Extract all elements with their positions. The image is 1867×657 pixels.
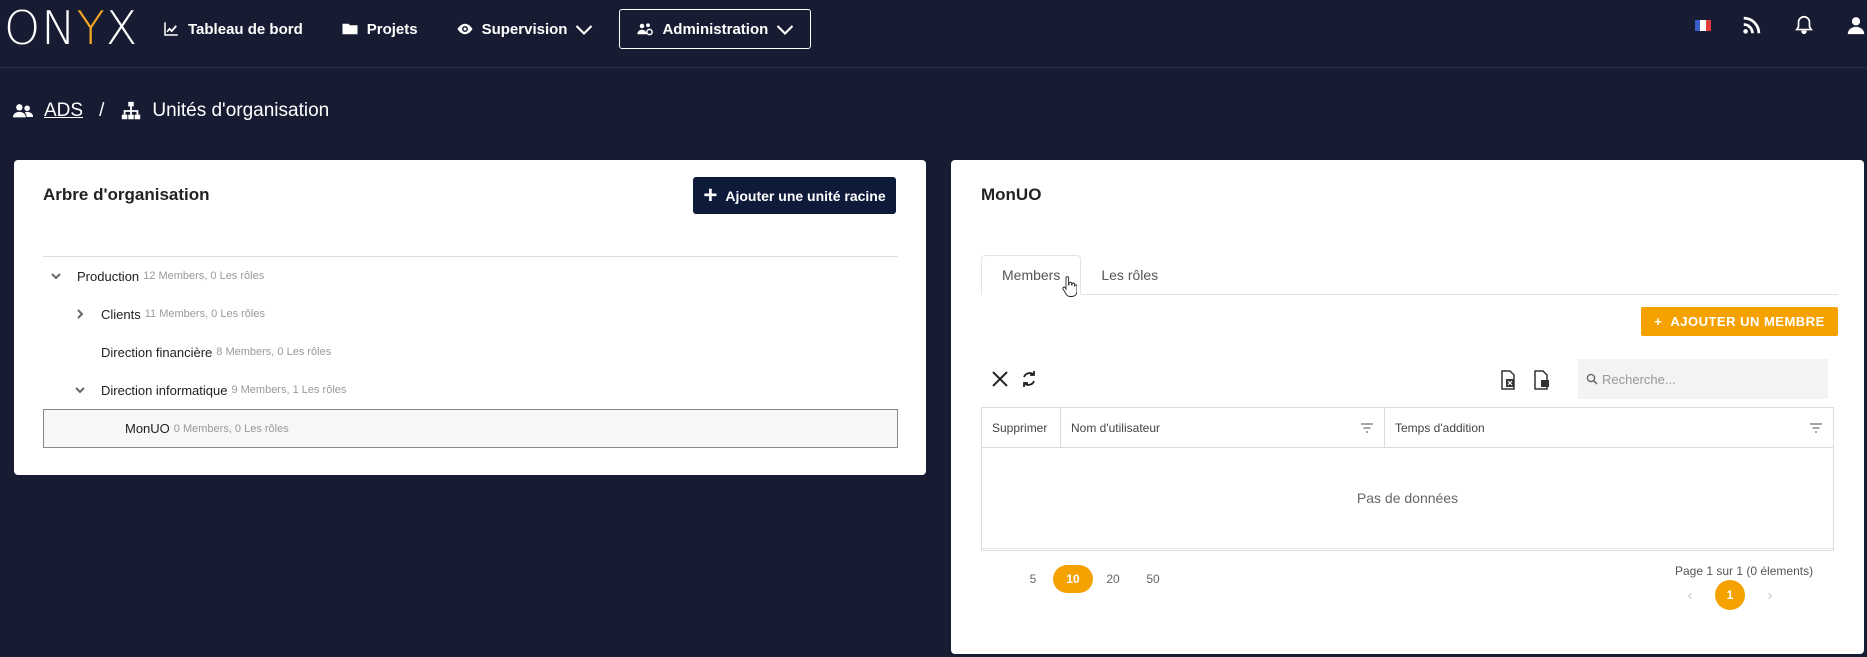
card-title: Arbre d'organisation	[43, 185, 210, 204]
column-header-supprimer[interactable]: Supprimer	[982, 408, 1061, 447]
tree-node-meta: 8 Members, 0 Les rôles	[216, 346, 332, 358]
page-info: Page 1 sur 1 (0 élements)	[1675, 564, 1814, 578]
tree-node-label: Direction informatique	[101, 382, 228, 398]
tree-node-production[interactable]: Production 12 Members, 0 Les rôles	[43, 257, 898, 295]
nav-label: Supervision	[481, 20, 568, 38]
user-icon[interactable]	[1845, 14, 1867, 36]
top-right-icons	[1695, 14, 1867, 36]
language-flag-icon[interactable]	[1695, 19, 1711, 31]
chart-line-icon	[164, 22, 178, 36]
nav-projets[interactable]: Projets	[329, 9, 430, 49]
column-header-temps-addition[interactable]: Temps d'addition	[1385, 408, 1833, 447]
organization-tree-card: Arbre d'organisation + Ajouter une unité…	[14, 160, 926, 475]
members-grid: Supprimer Nom d'utilisateur Temps d'addi…	[981, 407, 1834, 551]
column-label: Supprimer	[992, 420, 1048, 435]
breadcrumb-current: Unités d'organisation	[152, 100, 330, 121]
plus-icon: +	[703, 181, 718, 209]
tree-node-meta: 11 Members, 0 Les rôles	[144, 308, 265, 320]
column-label: Nom d'utilisateur	[1071, 420, 1160, 435]
page-size-50[interactable]: 50	[1133, 565, 1173, 593]
export-pdf-icon[interactable]	[1530, 369, 1552, 391]
nav-label: Tableau de bord	[188, 20, 303, 38]
tree-node-label: Production	[77, 268, 140, 284]
search-box[interactable]	[1578, 359, 1828, 399]
breadcrumb: ADS / Unités d'organisation	[12, 100, 329, 122]
add-root-unit-button[interactable]: + Ajouter une unité racine	[693, 177, 896, 214]
card-title: MonUO	[981, 185, 1042, 204]
tree-node-meta: 12 Members, 0 Les rôles	[143, 270, 265, 282]
page-size-5[interactable]: 5	[1013, 565, 1053, 593]
column-label: Temps d'addition	[1395, 420, 1485, 435]
bell-icon[interactable]	[1793, 14, 1815, 36]
pager: ‹ 1 ›	[1683, 580, 1777, 610]
unit-detail-card: MonUO Members Les rôles + AJOUTER UN MEM…	[951, 160, 1864, 654]
nav-supervision[interactable]: Supervision	[444, 9, 606, 49]
tree-node-label: MonUO	[125, 421, 170, 436]
eye-icon	[457, 23, 473, 35]
tree-node-direction-financiere[interactable]: Direction financière 8 Members, 0 Les rô…	[43, 333, 898, 371]
onyx-logo[interactable]: ON Y X	[4, 1, 139, 55]
prev-page-icon[interactable]: ‹	[1683, 587, 1697, 604]
chevron-down-icon	[576, 25, 593, 35]
rss-icon[interactable]	[1741, 14, 1763, 36]
no-data-message: Pas de données	[982, 448, 1833, 549]
filter-icon[interactable]	[1809, 422, 1823, 434]
users-icon	[12, 104, 34, 118]
refresh-icon[interactable]	[1018, 368, 1040, 390]
chevron-down-icon	[777, 25, 794, 35]
nav-tableau-de-bord[interactable]: Tableau de bord	[150, 9, 315, 49]
tree-node-direction-informatique[interactable]: Direction informatique 9 Members, 1 Les …	[43, 371, 898, 409]
main-nav: Tableau de bord Projets Supervision Admi…	[150, 9, 825, 49]
grid-header: Supprimer Nom d'utilisateur Temps d'addi…	[982, 408, 1833, 448]
chevron-down-icon[interactable]	[49, 269, 63, 283]
tree-node-meta: 9 Members, 1 Les rôles	[231, 384, 347, 396]
tree-node-meta: 0 Members, 0 Les rôles	[173, 422, 289, 435]
page-button-1[interactable]: 1	[1715, 580, 1745, 610]
breadcrumb-link-ads[interactable]: ADS	[44, 100, 83, 122]
add-member-label: AJOUTER UN MEMBRE	[1670, 314, 1825, 329]
tree-node-label: Direction financière	[101, 344, 213, 360]
logo-text-left: ON	[4, 1, 77, 55]
sitemap-icon	[122, 101, 141, 120]
logo-text-y: Y	[76, 1, 106, 55]
chevron-down-icon[interactable]	[73, 383, 87, 397]
chevron-right-icon[interactable]	[73, 307, 87, 321]
column-header-nom-utilisateur[interactable]: Nom d'utilisateur	[1061, 408, 1385, 447]
nav-label: Projets	[366, 20, 418, 38]
add-member-button[interactable]: + AJOUTER UN MEMBRE	[1641, 307, 1838, 336]
plus-icon: +	[1654, 314, 1663, 329]
nav-label: Administration	[662, 20, 769, 38]
search-input[interactable]	[1602, 371, 1802, 387]
hand-cursor-icon	[1062, 276, 1077, 297]
breadcrumb-separator: /	[99, 100, 105, 121]
page-size-selector: 5 10 20 50	[1013, 565, 1173, 593]
top-navigation-bar: ON Y X Tableau de bord Projets Supervision…	[0, 0, 1867, 68]
add-root-unit-label: Ajouter une unité racine	[725, 187, 886, 204]
tab-roles[interactable]: Les rôles	[1081, 255, 1178, 295]
page-size-20[interactable]: 20	[1093, 565, 1133, 593]
close-icon[interactable]	[989, 368, 1011, 390]
nav-administration[interactable]: Administration	[619, 9, 812, 49]
tree-node-monuo[interactable]: MonUO 0 Members, 0 Les rôles	[43, 409, 898, 448]
organization-tree: Production 12 Members, 0 Les rôles Clien…	[43, 256, 898, 448]
filter-icon[interactable]	[1360, 422, 1374, 434]
page-size-10[interactable]: 10	[1053, 565, 1093, 593]
folder-icon	[342, 23, 358, 35]
detail-tabs: Members Les rôles	[981, 255, 1838, 295]
next-page-icon[interactable]: ›	[1763, 587, 1777, 604]
search-icon	[1586, 373, 1598, 385]
users-cog-icon	[637, 23, 654, 36]
export-excel-icon[interactable]	[1497, 369, 1519, 391]
logo-text-right: X	[105, 1, 139, 55]
tree-node-label: Clients	[101, 306, 141, 322]
tree-node-clients[interactable]: Clients 11 Members, 0 Les rôles	[43, 295, 898, 333]
